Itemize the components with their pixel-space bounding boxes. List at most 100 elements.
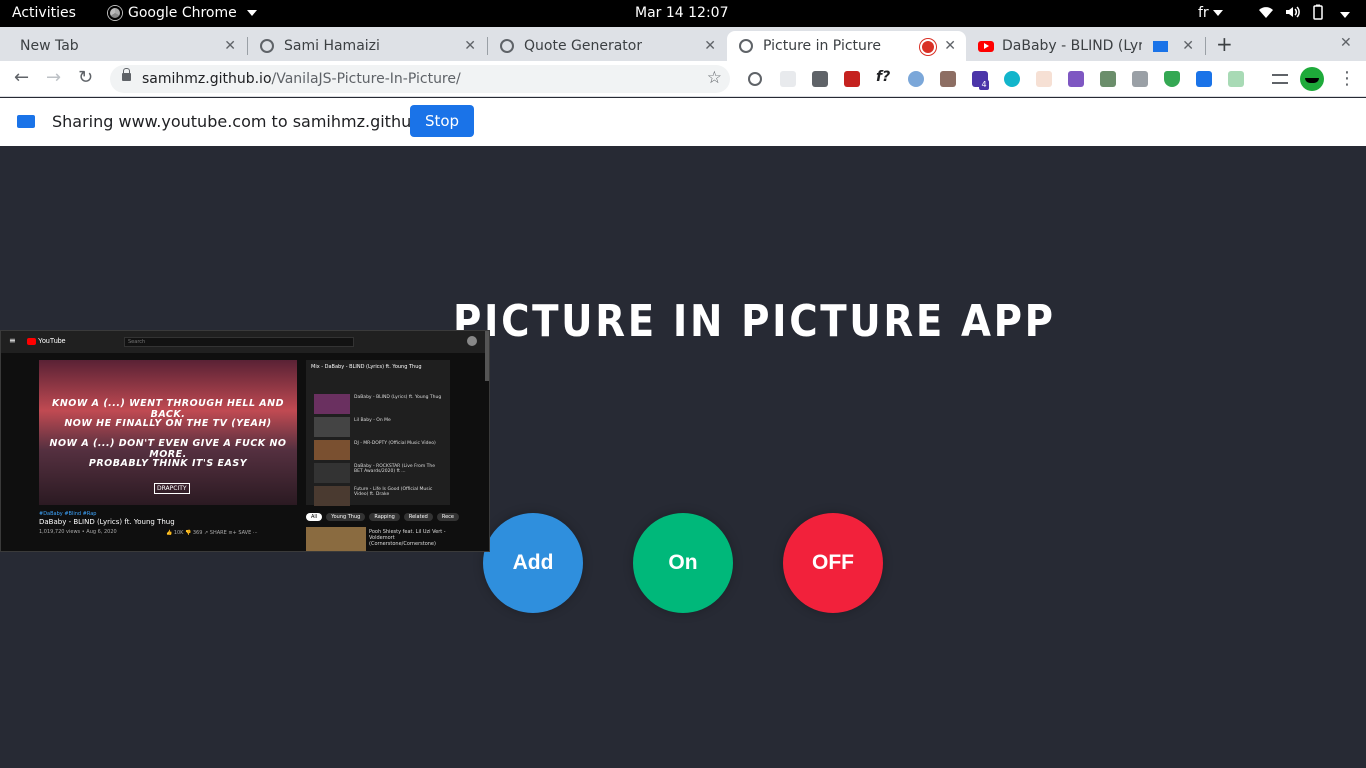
chrome-icon: [108, 6, 122, 20]
list-item[interactable]: DaBaby - BLIND (Lyrics) ft. Young Thug: [314, 394, 446, 415]
add-button[interactable]: Add: [483, 513, 583, 613]
screen-sharing-bar: Sharing www.youtube.com to samihmz.githu…: [0, 98, 1366, 146]
page-title: PICTURE IN PICTURE APP: [453, 296, 1056, 347]
close-icon[interactable]: ✕: [944, 38, 956, 54]
extension-icon[interactable]: [1196, 71, 1212, 87]
url-host: samihmz.github.io: [142, 71, 272, 87]
system-tray[interactable]: [1258, 4, 1350, 20]
profile-avatar[interactable]: [1300, 67, 1324, 91]
tab-separator: [1205, 37, 1206, 55]
more-menu-icon[interactable]: ⋮: [1338, 68, 1356, 89]
chip[interactable]: Rapping: [369, 513, 400, 521]
extension-icon[interactable]: [972, 71, 989, 90]
chip[interactable]: All: [306, 513, 323, 521]
recommended-video-title[interactable]: Pooh Shiesty feat. Lil Uzi Vert - Voldem…: [369, 529, 449, 547]
globe-icon: [500, 39, 514, 53]
extension-icon[interactable]: [1004, 71, 1020, 87]
lyric-line: PROBABLY THINK IT'S EASY: [88, 458, 248, 469]
thumbnail: [314, 463, 350, 483]
chip[interactable]: Young Thug: [326, 513, 366, 521]
battery-icon: [1310, 4, 1326, 20]
new-tab-button[interactable]: +: [1216, 32, 1233, 56]
list-item[interactable]: Future - Life Is Good (Official Music Vi…: [314, 486, 446, 507]
shield-extension-icon[interactable]: [1164, 71, 1180, 87]
search-input[interactable]: Search: [124, 337, 354, 347]
mix-playlist-panel: Mix - DaBaby - BLIND (Lyrics) ft. Young …: [306, 360, 450, 507]
tab-title: New Tab: [20, 38, 79, 54]
video-actions[interactable]: 👍 10K 👎 369 ↗ SHARE ≡+ SAVE ···: [166, 530, 258, 536]
tab-title: Quote Generator: [524, 38, 643, 54]
scrollbar[interactable]: [485, 331, 489, 381]
extension-icon[interactable]: [1068, 71, 1084, 87]
tab-title: Sami Hamaizi: [284, 38, 380, 54]
globe-icon: [260, 39, 274, 53]
lyric-line: KNOW A (...) WENT THROUGH HELL AND BACK.: [52, 398, 284, 420]
close-icon[interactable]: ✕: [1182, 38, 1194, 54]
stop-sharing-button[interactable]: Stop: [410, 105, 474, 137]
forward-button[interactable]: →: [46, 67, 61, 88]
media-controls-icon[interactable]: [1272, 74, 1288, 84]
off-button[interactable]: OFF: [783, 513, 883, 613]
close-window-icon[interactable]: ✕: [1340, 35, 1352, 51]
reload-button[interactable]: ↻: [78, 67, 93, 88]
app-menu[interactable]: Google Chrome: [108, 5, 257, 21]
chip[interactable]: Related: [403, 513, 433, 521]
extension-icon[interactable]: [1228, 71, 1244, 87]
chip[interactable]: Rece: [436, 513, 459, 521]
youtube-logo[interactable]: YouTube: [27, 338, 66, 345]
playlist-title: Mix - DaBaby - BLIND (Lyrics) ft. Young …: [311, 364, 422, 370]
chevron-down-icon: [1212, 10, 1223, 16]
address-bar[interactable]: samihmz.github.io/VanilaJS-Picture-In-Pi…: [110, 65, 730, 93]
download-extension-icon[interactable]: [812, 71, 828, 87]
extension-icon[interactable]: [1100, 71, 1116, 87]
avatar[interactable]: [467, 336, 477, 346]
close-icon[interactable]: ✕: [704, 38, 716, 54]
tab-dababy-blind[interactable]: DaBaby - BLIND (Lyric ✕: [966, 31, 1204, 61]
extension-icon[interactable]: [908, 71, 924, 87]
block-extension-icon[interactable]: [748, 72, 762, 86]
screen-share-icon: [17, 115, 35, 128]
activities-button[interactable]: Activities: [12, 5, 76, 21]
list-item[interactable]: DJ - MR-DOPTY (Official Music Video): [314, 440, 446, 461]
tab-quote-generator[interactable]: Quote Generator ✕: [488, 31, 726, 61]
youtube-header: ≡ YouTube Search: [1, 331, 489, 353]
wifi-icon: [1258, 4, 1274, 20]
clock[interactable]: Mar 14 12:07: [635, 5, 728, 21]
list-item-title: DJ - MR-DOPTY (Official Music Video): [354, 441, 436, 446]
extension-icon[interactable]: [780, 71, 796, 87]
lock-icon[interactable]: [122, 68, 131, 81]
thumbnail: [314, 417, 350, 437]
list-item-title: Lil Baby - On Me: [354, 418, 391, 423]
close-icon[interactable]: ✕: [464, 38, 476, 54]
list-item-title: DaBaby - ROCKSTAR (Live From The BET Awa…: [354, 464, 436, 474]
close-icon[interactable]: ✕: [224, 38, 236, 54]
list-item[interactable]: DaBaby - ROCKSTAR (Live From The BET Awa…: [314, 463, 446, 484]
tab-picture-in-picture[interactable]: Picture in Picture ✕: [727, 31, 966, 61]
recording-indicator-icon: [922, 41, 934, 53]
tab-title: Picture in Picture: [763, 38, 881, 54]
font-extension-icon[interactable]: f?: [876, 69, 892, 85]
browser-toolbar: ← → ↻ samihmz.github.io/VanilaJS-Picture…: [0, 61, 1366, 97]
picture-in-picture-icon: [1153, 41, 1168, 52]
picture-in-picture-window[interactable]: ≡ YouTube Search KNOW A (...) WENT THROU…: [0, 330, 490, 552]
video-player[interactable]: KNOW A (...) WENT THROUGH HELL AND BACK.…: [39, 360, 297, 505]
list-item[interactable]: Lil Baby - On Me: [314, 417, 446, 438]
on-button[interactable]: On: [633, 513, 733, 613]
filter-chips: All Young Thug Rapping Related Rece: [306, 513, 459, 521]
extension-icon[interactable]: [1132, 71, 1148, 87]
thumbnail[interactable]: [306, 527, 366, 551]
media-extension-icon[interactable]: [844, 71, 860, 87]
input-language-indicator[interactable]: fr: [1198, 5, 1223, 21]
globe-icon: [739, 39, 753, 53]
hamburger-menu-icon[interactable]: ≡: [9, 336, 16, 345]
eyedropper-extension-icon[interactable]: [940, 71, 956, 87]
tab-new-tab[interactable]: New Tab ✕: [8, 31, 246, 61]
youtube-icon: [27, 338, 36, 345]
tab-sami-hamaizi[interactable]: Sami Hamaizi ✕: [248, 31, 486, 61]
video-hashtags[interactable]: #DaBaby #Blind #Rap: [39, 511, 96, 517]
app-name: Google Chrome: [128, 5, 237, 21]
bookmark-star-icon[interactable]: ☆: [707, 68, 722, 88]
url-path: /VanilaJS-Picture-In-Picture/: [271, 71, 461, 87]
extension-icon[interactable]: [1036, 71, 1052, 87]
back-button[interactable]: ←: [14, 67, 29, 88]
